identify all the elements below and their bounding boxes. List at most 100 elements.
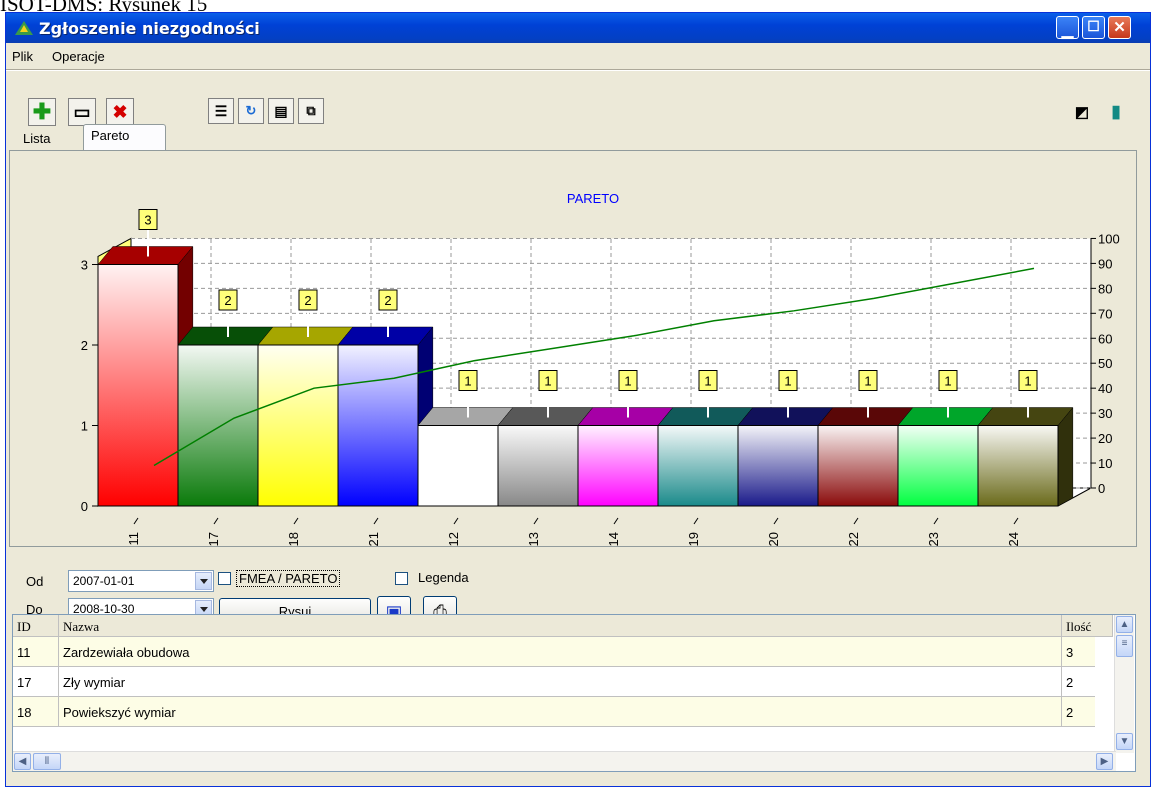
- x-tick-label: 24: [1006, 532, 1021, 546]
- title-bar[interactable]: Zgłoszenie niezgodności ▁ ☐ ✕: [6, 13, 1150, 43]
- scroll-up-icon[interactable]: ▲: [1116, 616, 1133, 633]
- bar: [977, 425, 1059, 507]
- cell-nazwa: Zardzewiała obudowa: [59, 637, 1062, 666]
- minimize-icon: ▁: [1061, 22, 1074, 39]
- bar: [417, 425, 499, 507]
- data-table: ID Nazwa Ilość 11 Zardzewiała obudowa 3 …: [12, 614, 1136, 772]
- x-tick: [773, 517, 779, 525]
- y2-tick-label: 40: [1098, 381, 1112, 396]
- chevron-down-icon[interactable]: [195, 572, 212, 590]
- scroll-right-icon[interactable]: ▶: [1096, 753, 1113, 770]
- x-tick: [1013, 517, 1019, 525]
- cell-ilosc: 2: [1066, 675, 1074, 690]
- menu-operacje[interactable]: Operacje: [52, 49, 105, 64]
- bar-top: [657, 407, 754, 426]
- y2-tick-label: 30: [1098, 406, 1112, 421]
- chart-title: PARETO: [567, 191, 619, 206]
- x-tick: [293, 517, 299, 525]
- data-label: 1: [1024, 374, 1031, 389]
- tab-pareto[interactable]: Pareto: [83, 124, 166, 151]
- fmea-pareto-checkbox[interactable]: [218, 572, 231, 585]
- y2-tick-label: 90: [1098, 256, 1112, 271]
- close-button[interactable]: ✕: [1108, 16, 1131, 39]
- remove-button[interactable]: ▭: [68, 98, 96, 126]
- column-header-nazwa[interactable]: Nazwa: [59, 615, 1062, 637]
- data-label: 1: [464, 374, 471, 389]
- y-tick-label: 2: [81, 338, 88, 353]
- plus-icon: ✚: [32, 99, 52, 124]
- bar-top: [577, 407, 674, 426]
- bar: [257, 344, 339, 507]
- bar-top: [497, 407, 594, 426]
- bar-top: [417, 407, 514, 426]
- column-header-ilosc[interactable]: Ilość: [1062, 615, 1113, 637]
- bar: [897, 425, 979, 507]
- data-label: 3: [144, 213, 151, 228]
- x-tick: [453, 517, 459, 525]
- table-row[interactable]: 17 Zły wymiar 2: [13, 667, 1095, 697]
- fmea-pareto-label[interactable]: FMEA / PARETO: [236, 570, 341, 587]
- table-row[interactable]: 11 Zardzewiała obudowa 3: [13, 637, 1095, 667]
- x-tick-label: 23: [926, 532, 941, 546]
- od-label: Od: [26, 574, 44, 589]
- y2-tick-label: 10: [1098, 456, 1112, 471]
- x-tick-label: 20: [766, 532, 781, 546]
- x-tick: [693, 517, 699, 525]
- add-button[interactable]: ✚: [28, 98, 56, 126]
- bar: [177, 344, 259, 507]
- tab-lista[interactable]: Lista: [16, 128, 57, 150]
- x-tick: [613, 517, 619, 525]
- table-row[interactable]: 18 Powiekszyć wymiar 2: [13, 697, 1095, 727]
- copy-button[interactable]: ⧉: [298, 98, 324, 124]
- y2-tick-label: 20: [1098, 431, 1112, 446]
- chart-panel: 0 10 20 30 40 50 60 70 80 90 100 0 1 2 3 PARETO 3 11 2 17 2 1…: [9, 150, 1137, 547]
- scroll-down-icon[interactable]: ▼: [1116, 733, 1133, 750]
- bar: [657, 425, 739, 507]
- copy-icon: ⧉: [306, 103, 316, 118]
- app-logo-icon: [15, 21, 33, 35]
- scroll-thumb[interactable]: ≡: [1116, 635, 1133, 657]
- data-label: 1: [624, 374, 631, 389]
- legenda-label[interactable]: Legenda: [418, 570, 469, 585]
- delete-button[interactable]: ✖: [106, 98, 134, 126]
- exit-button[interactable]: ▮: [1102, 98, 1130, 126]
- bar-top: [977, 407, 1074, 426]
- column-header-id[interactable]: ID: [13, 615, 59, 637]
- hscroll-thumb[interactable]: ⦀: [33, 753, 61, 770]
- legenda-checkbox[interactable]: [395, 572, 408, 585]
- bar: [497, 425, 579, 507]
- vertical-scrollbar[interactable]: ▲ ≡ ▼: [1114, 615, 1134, 753]
- data-label: 2: [384, 293, 391, 308]
- x-tick: [133, 517, 139, 525]
- list-view-button[interactable]: ☰: [208, 98, 234, 124]
- maximize-button[interactable]: ☐: [1082, 16, 1105, 39]
- palette-icon: ◩: [1074, 104, 1090, 121]
- data-label: 1: [944, 374, 951, 389]
- refresh-button[interactable]: ↻: [238, 98, 264, 124]
- document-button[interactable]: ▤: [268, 98, 294, 124]
- y-tick-label: 3: [81, 258, 88, 273]
- bar: [577, 425, 659, 507]
- y-tick-label: 0: [81, 499, 88, 514]
- pareto-chart: 01020304050607080901000123PARETO31121721…: [81, 191, 1120, 546]
- x-tick-label: 21: [366, 532, 381, 546]
- bar: [737, 425, 819, 507]
- x-tick: [933, 517, 939, 525]
- minimize-button[interactable]: ▁: [1056, 16, 1079, 39]
- y-tick-label: 1: [81, 419, 88, 434]
- exit-door-icon: ▮: [1111, 102, 1121, 121]
- toolbar: ✚ ▭ ✖ ☰ ↻ ▤ ⧉ ◩ ▮: [6, 73, 1150, 131]
- y2-tick-label: 50: [1098, 356, 1112, 371]
- scroll-left-icon[interactable]: ◀: [14, 753, 31, 770]
- cell-nazwa: Powiekszyć wymiar: [59, 697, 1062, 726]
- horizontal-scrollbar[interactable]: ◀ ⦀ ▶: [13, 751, 1116, 771]
- menu-plik[interactable]: Plik: [12, 49, 33, 64]
- bar-top: [737, 407, 834, 426]
- menu-separator: [6, 69, 1150, 71]
- document-icon: ▤: [274, 102, 288, 119]
- data-label: 2: [304, 293, 311, 308]
- y2-tick-label: 70: [1098, 306, 1112, 321]
- od-date-combo[interactable]: 2007-01-01: [68, 570, 214, 592]
- bar: [337, 344, 419, 507]
- palette-button[interactable]: ◩: [1068, 98, 1096, 126]
